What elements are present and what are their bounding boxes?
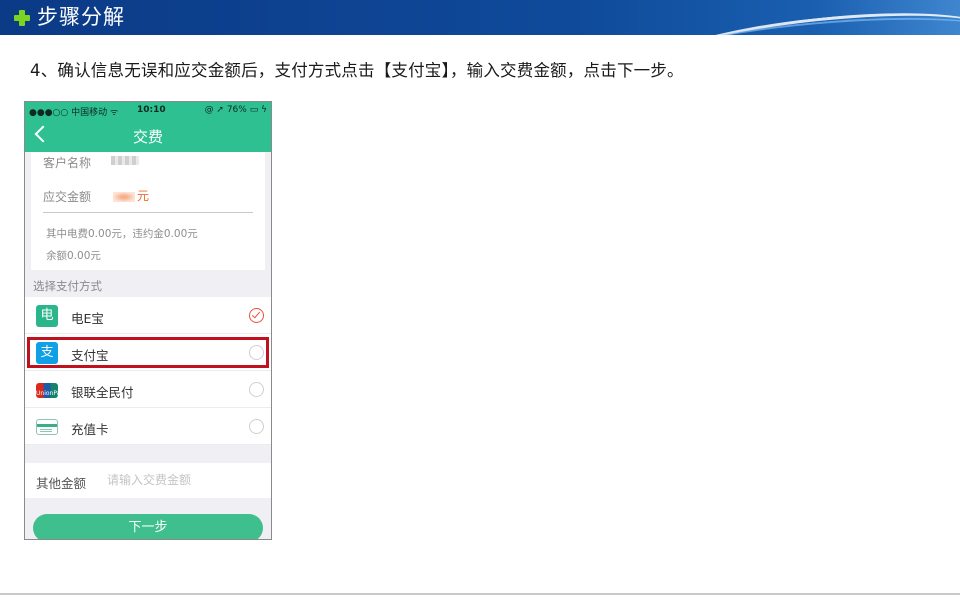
slide: 步骤分解 4、确认信息无误和应交金额后，支付方式点击【支付宝】，输入交费金额，点… — [0, 0, 960, 598]
unionpay-icon: UnionPay — [36, 383, 64, 398]
plus-icon — [14, 10, 30, 26]
fee-breakdown: 其中电费0.00元，违约金0.00元 — [46, 228, 198, 240]
other-amount-row: 其他金额 — [25, 463, 271, 498]
amount-due-label: 应交金额 — [43, 190, 92, 204]
nav-bar: 交费 — [25, 119, 271, 152]
carrier-text: ●●●○○ 中国移动 ᯤ — [29, 108, 119, 118]
customer-name-label: 客户名称 — [43, 156, 92, 170]
next-step-button[interactable]: 下一步 — [33, 514, 263, 539]
payment-option-diane[interactable]: 电 电E宝 — [25, 297, 271, 334]
payment-option-card[interactable]: 充值卡 — [25, 408, 271, 445]
payment-option-label: 银联全民付 — [71, 385, 134, 400]
radio-unchecked[interactable] — [249, 382, 264, 397]
radio-unchecked[interactable] — [249, 419, 264, 434]
payment-method-list: 电 电E宝 支 支付宝 UnionPay 银联全民付 充值卡 — [25, 297, 271, 445]
divider — [43, 212, 253, 213]
alipay-highlight-box — [27, 337, 269, 368]
bill-card: 客户名称 应交金额 元 其中电费0.00元，违约金0.00元 余额0.00元 — [31, 152, 265, 270]
amount-due-value: 元 — [113, 187, 149, 204]
battery-indicator: @ ➚ 76% ▭ ϟ — [204, 105, 267, 115]
payment-section-label: 选择支付方式 — [33, 279, 102, 293]
other-amount-label: 其他金额 — [36, 476, 87, 491]
clock: 10:10 — [137, 105, 166, 115]
payment-option-unionpay[interactable]: UnionPay 银联全民付 — [25, 371, 271, 408]
amount-blurred — [113, 191, 135, 202]
section-header: 步骤分解 — [0, 0, 960, 35]
payment-option-label: 充值卡 — [71, 422, 109, 437]
customer-name-value-blurred — [111, 156, 139, 165]
footer-divider — [0, 593, 960, 595]
amount-input[interactable] — [107, 471, 257, 489]
diane-bao-icon: 电 — [36, 305, 58, 327]
payment-option-label: 电E宝 — [71, 311, 104, 326]
header-decoration — [617, 4, 960, 35]
nav-title: 交费 — [132, 128, 163, 146]
status-bar: ●●●○○ 中国移动 ᯤ 10:10 @ ➚ 76% ▭ ϟ — [25, 102, 271, 119]
card-icon — [36, 419, 58, 435]
balance-note: 余额0.00元 — [46, 250, 101, 262]
phone-screenshot: ●●●○○ 中国移动 ᯤ 10:10 @ ➚ 76% ▭ ϟ 交费 客户名称 应… — [24, 101, 272, 540]
step-instruction: 4、确认信息无误和应交金额后，支付方式点击【支付宝】，输入交费金额，点击下一步。 — [30, 61, 684, 80]
amount-unit: 元 — [137, 189, 150, 203]
radio-checked[interactable] — [249, 308, 264, 323]
section-title: 步骤分解 — [37, 5, 125, 29]
